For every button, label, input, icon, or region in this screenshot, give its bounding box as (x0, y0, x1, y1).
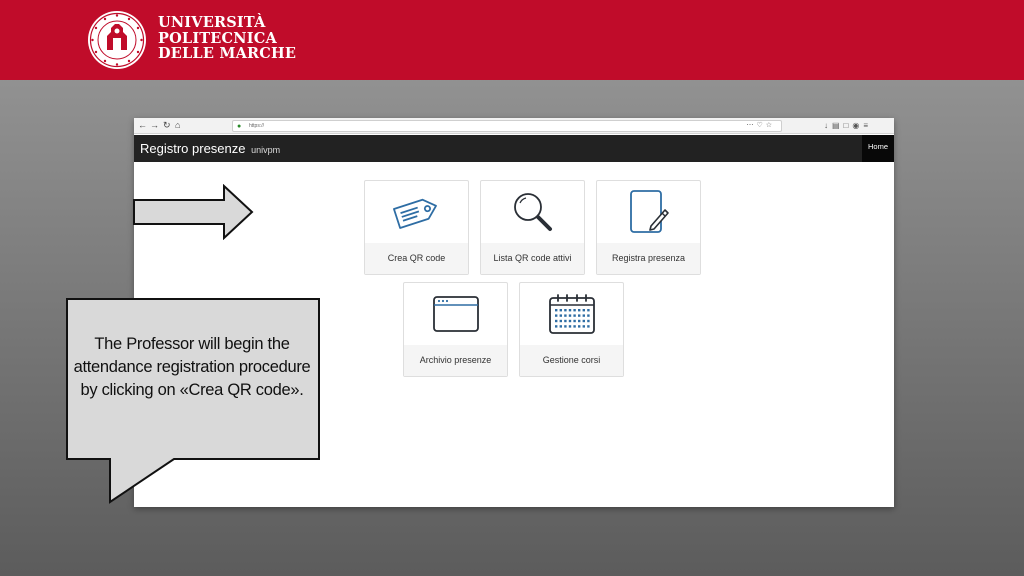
university-banner: UNIVERSITÀ POLITECNICA DELLE MARCHE (0, 0, 1024, 80)
calendar-day-dot (586, 314, 590, 317)
edit-document-icon (629, 190, 669, 233)
calendar-day-dot (577, 325, 580, 328)
browser-extension-icons[interactable]: ↓▤□◉≡ (824, 120, 872, 131)
calendar-day-dot (559, 309, 562, 312)
calendar-day-dot (582, 314, 585, 317)
calendar-day-dot (586, 325, 590, 328)
search-icon (513, 193, 552, 231)
tile-registra-presenza[interactable]: Registra presenza (596, 180, 701, 275)
calendar-day-dot (572, 314, 576, 317)
calendar-day-dot (568, 325, 571, 328)
app-subtitle: univpm (251, 145, 281, 155)
page-actions-icon[interactable]: ⋯♡☆ (746, 121, 775, 131)
tile-lista-qr-code-attivi[interactable]: Lista QR code attivi (480, 180, 585, 275)
calendar-day-dot (563, 314, 567, 317)
calendar-day-dot (582, 325, 585, 328)
forward-icon[interactable]: → (150, 120, 159, 131)
calendar-day-dot (559, 325, 562, 328)
university-name-line: UNIVERSITÀ (158, 14, 266, 31)
university-name: UNIVERSITÀ POLITECNICA DELLE MARCHE (158, 15, 296, 62)
university-seal-logo (88, 11, 146, 69)
tile-label: Crea QR code (365, 243, 468, 274)
browser-window-icon (432, 296, 479, 332)
calendar-day-dot (559, 319, 562, 323)
browser-toolbar: ← → ↻ ⌂ ● https:// ⋯♡☆ ↓▤□◉≡ (134, 118, 894, 134)
app-title: Registro presenze (140, 141, 246, 156)
reload-icon[interactable]: ↻ (163, 120, 171, 131)
url-bar[interactable]: ● https:// ⋯♡☆ (232, 120, 782, 132)
university-name-line: POLITECNICA (158, 29, 277, 47)
tile-archivio-presenze[interactable]: Archivio presenze (403, 282, 508, 377)
tile-gestione-corsi[interactable]: Gestione corsi (519, 282, 624, 377)
calendar-day-dot (572, 325, 576, 328)
calendar-day-dot (586, 309, 590, 312)
calendar-day-dot (586, 319, 590, 323)
url-text: https:// (249, 123, 265, 129)
callout-text: The Professor will begin the attendance … (73, 335, 311, 399)
calendar-day-dot (554, 309, 557, 312)
tile-label: Registra presenza (597, 243, 700, 274)
calendar-day-dot (559, 314, 562, 317)
tile-crea-qr-code[interactable]: Crea QR code (364, 180, 469, 275)
tile-label: Gestione corsi (520, 345, 623, 376)
home-icon[interactable]: ⌂ (175, 120, 180, 131)
lock-icon: ● (237, 123, 242, 130)
calendar-day-dot (563, 325, 567, 328)
calendar-day-dot (577, 309, 580, 312)
calendar-icon (548, 294, 595, 334)
calendar-day-dot (568, 319, 571, 323)
calendar-day-dot (572, 309, 576, 312)
calendar-day-dot (554, 319, 557, 323)
back-icon[interactable]: ← (138, 120, 147, 131)
calendar-day-dot (563, 309, 567, 312)
pointer-arrow-icon (133, 184, 254, 240)
university-name-line: DELLE MARCHE (158, 45, 297, 62)
calendar-day-dot (554, 314, 557, 317)
calendar-day-dot (568, 314, 571, 317)
tile-label: Archivio presenze (404, 345, 507, 376)
tile-label: Lista QR code attivi (481, 243, 584, 274)
tag-icon (392, 198, 437, 229)
calendar-day-dot (577, 314, 580, 317)
app-navbar: Registro presenze univpm Home (134, 135, 894, 162)
calendar-day-dot (577, 319, 580, 323)
calendar-day-dot (572, 319, 576, 323)
home-link[interactable]: Home (862, 135, 894, 162)
calendar-day-dot (582, 309, 585, 312)
app-brand[interactable]: Registro presenze univpm (140, 142, 280, 157)
calendar-day-dot (554, 325, 557, 328)
calendar-day-dot (568, 309, 571, 312)
calendar-day-dot (563, 319, 567, 323)
calendar-day-dot (582, 319, 585, 323)
